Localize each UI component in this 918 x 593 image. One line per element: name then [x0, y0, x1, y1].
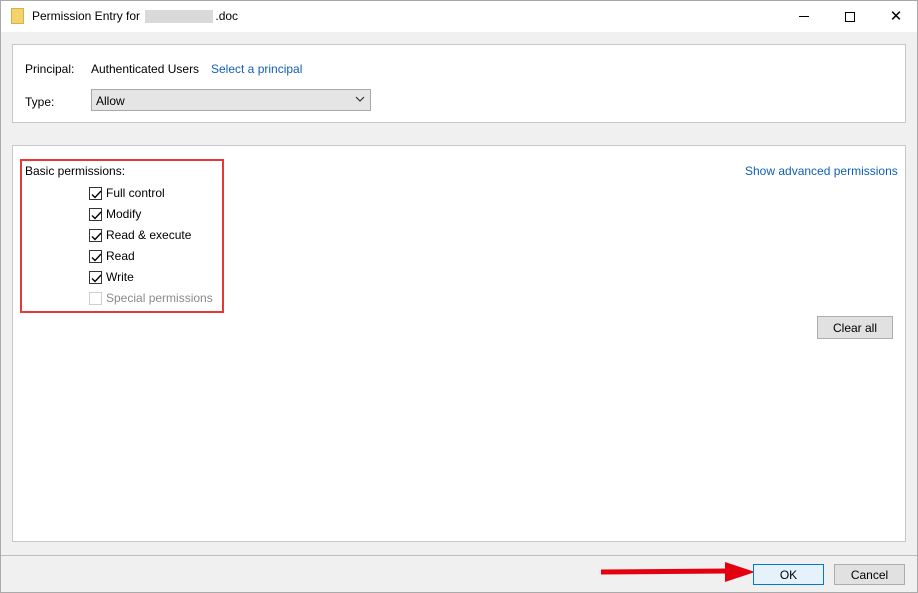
type-select-value: Allow: [96, 94, 125, 108]
show-advanced-permissions-link[interactable]: Show advanced permissions: [745, 164, 898, 178]
clear-all-button[interactable]: Clear all: [817, 316, 893, 339]
permission-label: Full control: [106, 186, 165, 200]
permission-full-control[interactable]: Full control: [89, 185, 165, 201]
checkbox-modify[interactable]: [89, 207, 102, 221]
check-icon: [91, 232, 102, 241]
check-icon: [91, 274, 102, 283]
ok-button[interactable]: OK: [753, 564, 824, 585]
permission-label: Write: [106, 270, 134, 284]
close-button[interactable]: ✕: [873, 1, 918, 32]
maximize-button[interactable]: [827, 1, 873, 32]
check-icon: [91, 253, 102, 262]
cancel-button[interactable]: Cancel: [834, 564, 905, 585]
basic-permissions-heading: Basic permissions:: [25, 164, 126, 178]
principal-panel: Principal: Authenticated Users Select a …: [12, 44, 906, 123]
check-icon: [91, 211, 102, 220]
arrow-annotation-icon: [600, 562, 755, 582]
redacted-filename: [145, 10, 214, 24]
chevron-down-icon: [355, 96, 365, 102]
checkbox-special-permissions: [89, 291, 102, 305]
checkbox-read-execute[interactable]: [89, 228, 102, 242]
minimize-button[interactable]: [781, 1, 827, 32]
permission-label: Special permissions: [106, 291, 213, 305]
checkbox-read[interactable]: [89, 249, 102, 263]
footer-divider: [1, 555, 917, 556]
principal-label: Principal:: [25, 62, 75, 76]
checkbox-full-control[interactable]: [89, 186, 102, 200]
principal-value: Authenticated Users: [91, 62, 200, 76]
permission-label: Read & execute: [106, 228, 192, 242]
type-label: Type:: [25, 95, 55, 109]
type-select[interactable]: Allow: [91, 89, 371, 111]
close-icon: ✕: [889, 7, 903, 25]
window-title-suffix: .doc: [215, 9, 239, 23]
maximize-icon: [845, 11, 855, 22]
permission-write[interactable]: Write: [89, 269, 134, 285]
permission-entry-dialog: Permission Entry for .doc ✕ Principal: A…: [0, 0, 918, 593]
permission-special: Special permissions: [89, 290, 213, 306]
permissions-panel: Basic permissions: Show advanced permiss…: [12, 145, 906, 542]
permission-read-execute[interactable]: Read & execute: [89, 227, 191, 243]
permission-label: Read: [106, 249, 135, 263]
permission-modify[interactable]: Modify: [89, 206, 141, 222]
checkbox-write[interactable]: [89, 270, 102, 284]
title-bar: Permission Entry for .doc ✕: [1, 1, 917, 32]
permission-label: Modify: [106, 207, 142, 221]
check-icon: [91, 190, 102, 199]
minimize-icon: [799, 16, 809, 17]
permission-read[interactable]: Read: [89, 248, 135, 264]
select-principal-link[interactable]: Select a principal: [211, 62, 302, 76]
folder-icon: [11, 8, 24, 24]
window-title: Permission Entry for .doc: [32, 9, 239, 24]
window-title-prefix: Permission Entry for: [32, 9, 141, 23]
